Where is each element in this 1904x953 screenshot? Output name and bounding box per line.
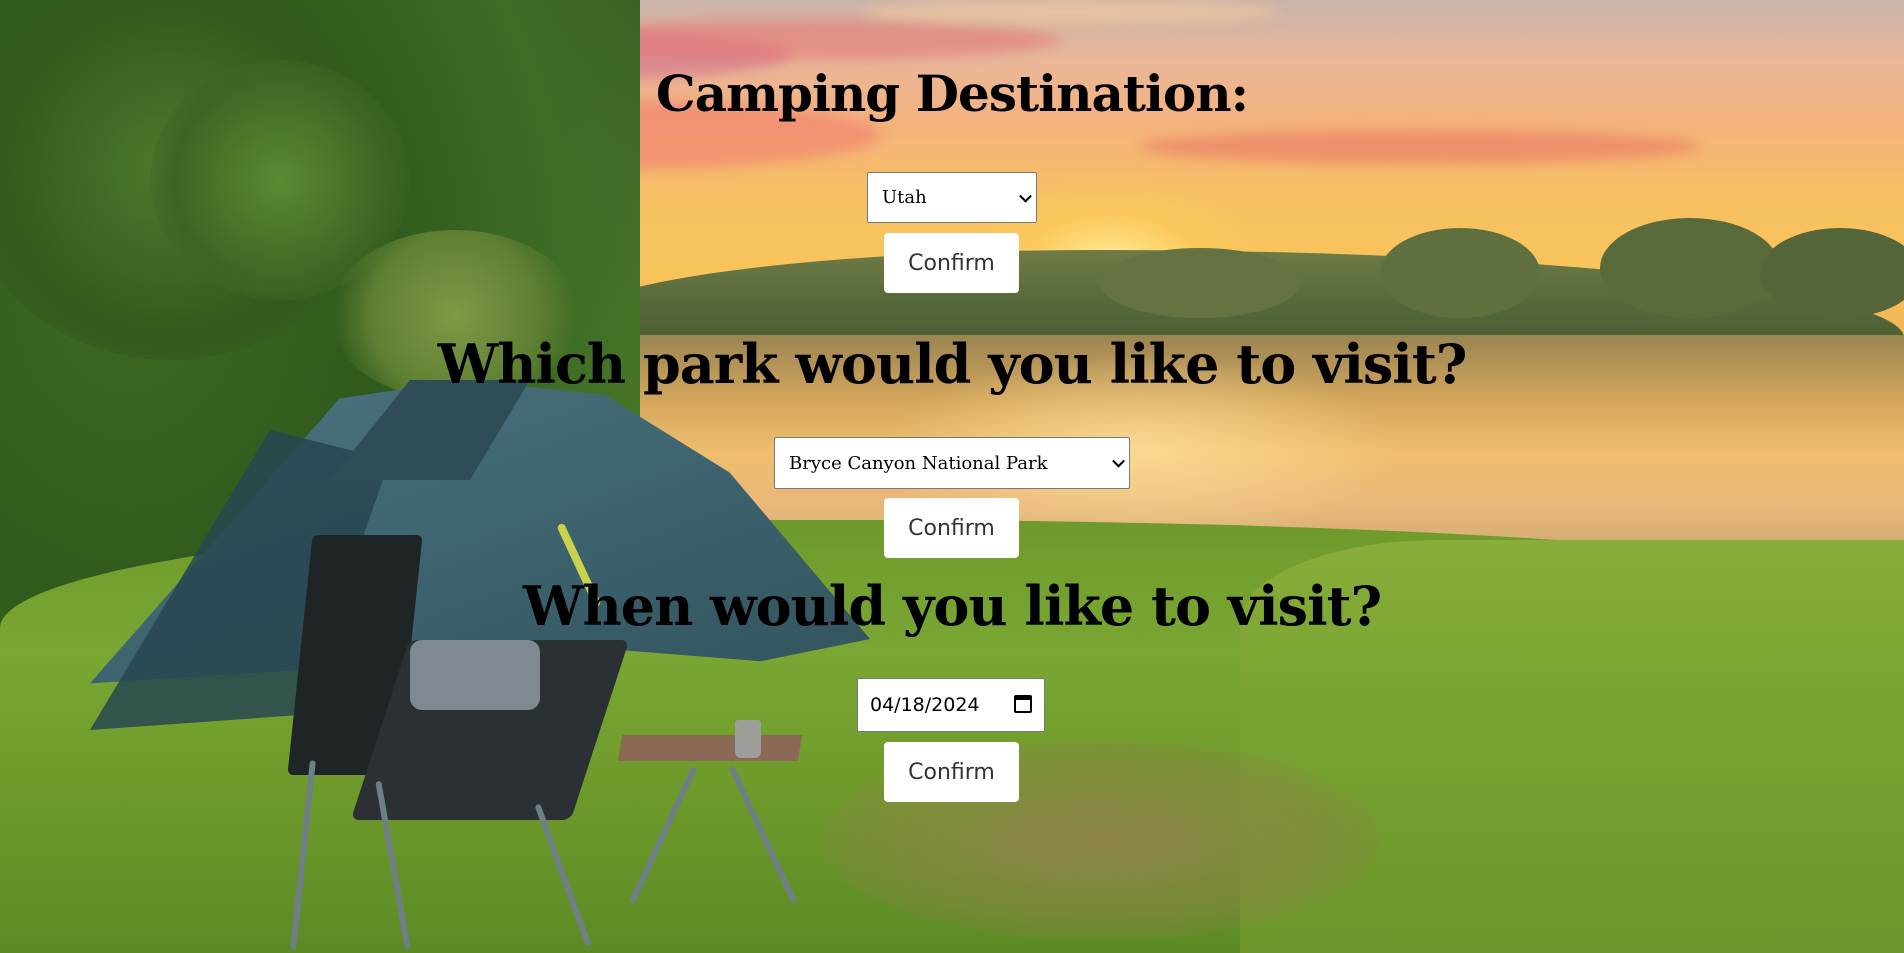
chevron-down-icon	[1112, 454, 1125, 468]
destination-select[interactable]: Utah	[867, 172, 1037, 223]
confirm-date-button[interactable]: Confirm	[884, 742, 1019, 802]
date-heading: When would you like to visit?	[522, 574, 1382, 638]
confirm-park-button[interactable]: Confirm	[884, 498, 1019, 558]
destination-select-value: Utah	[882, 187, 927, 208]
park-heading: Which park would you like to visit?	[437, 332, 1468, 396]
park-select[interactable]: Bryce Canyon National Park	[774, 437, 1130, 489]
visit-date-input[interactable]: 04/18/2024	[857, 678, 1045, 732]
calendar-icon[interactable]	[1014, 695, 1032, 713]
chevron-down-icon	[1019, 189, 1032, 203]
park-select-value: Bryce Canyon National Park	[789, 452, 1048, 474]
booking-form: Camping Destination: Utah Confirm Which …	[0, 0, 1904, 953]
confirm-destination-button[interactable]: Confirm	[884, 233, 1019, 293]
destination-heading: Camping Destination:	[655, 64, 1249, 123]
visit-date-value: 04/18/2024	[870, 694, 980, 716]
